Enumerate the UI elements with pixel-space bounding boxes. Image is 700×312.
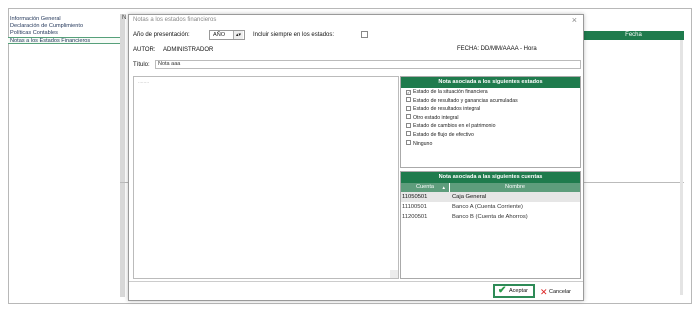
table-row[interactable]: 11100501 Banco A (Cuenta Corriente) bbox=[401, 202, 580, 212]
checkbox-icon[interactable] bbox=[406, 105, 411, 111]
sidebar-item-declaracion-cumplimiento[interactable]: Declaración de Cumplimiento bbox=[8, 23, 120, 30]
fecha-column-label: Fecha bbox=[625, 32, 642, 38]
include-label: Incluir siempre en los estados: bbox=[253, 32, 335, 38]
states-panel: Nota asociada a los siguientes estados ✓… bbox=[400, 76, 581, 168]
accept-label: Aceptar bbox=[509, 288, 528, 294]
cancel-label: Cancelar bbox=[549, 289, 572, 295]
states-list: ✓ Estado de la situación financiera Estado… bbox=[401, 88, 580, 148]
sort-arrow-icon: ▲ bbox=[441, 185, 446, 190]
titulo-input[interactable]: Nota aaa bbox=[155, 60, 581, 69]
autor-label: AUTOR: bbox=[133, 47, 156, 53]
account-code: 11200501 bbox=[402, 214, 428, 220]
state-option[interactable]: Ninguno bbox=[401, 140, 580, 149]
state-option-label: Otro estado integral bbox=[413, 114, 459, 121]
notes-dialog: Notas a los estados financieros × Año de… bbox=[128, 14, 584, 301]
account-name: Banco A (Cuenta Corriente) bbox=[452, 204, 523, 210]
account-name: Caja General bbox=[452, 194, 487, 200]
checkbox-icon[interactable] bbox=[406, 140, 411, 146]
state-option-label: Estado de resultado y ganancias acumulad… bbox=[413, 97, 518, 104]
accounts-header: Nota asociada a las siguientes cuentas bbox=[401, 172, 580, 183]
editor-resize-handle[interactable] bbox=[390, 270, 398, 278]
background-column-header: Fecha bbox=[583, 31, 684, 40]
dialog-title: Notas a los estados financieros bbox=[133, 17, 217, 23]
account-code: 11100501 bbox=[402, 204, 427, 210]
note-editor[interactable]: ........ bbox=[133, 76, 399, 279]
state-option-label: Estado de flujo de efectivo bbox=[413, 131, 474, 138]
state-option[interactable]: Estado de resultado y ganancias acumulad… bbox=[401, 97, 580, 106]
accept-button[interactable]: ✔ Aceptar bbox=[493, 284, 535, 298]
state-option-label: Estado de cambios en el patrimonio bbox=[413, 123, 496, 130]
column-header-cuenta[interactable]: Cuenta ▲ bbox=[401, 183, 450, 192]
checkbox-icon[interactable] bbox=[406, 114, 411, 120]
checkbox-checked-icon[interactable]: ✓ bbox=[406, 89, 411, 95]
close-icon[interactable]: × bbox=[572, 15, 577, 25]
year-spinner-icon[interactable]: ▴▾ bbox=[233, 31, 243, 39]
sidebar: Información General Declaración de Cumpl… bbox=[8, 16, 120, 44]
background-panel-edge bbox=[120, 14, 125, 297]
background-tab-label: N bbox=[122, 15, 127, 21]
checkmark-icon: ✔ bbox=[498, 285, 507, 296]
state-option[interactable]: Estado de flujo de efectivo bbox=[401, 131, 580, 140]
background-divider bbox=[583, 182, 684, 183]
checkbox-icon[interactable] bbox=[406, 131, 411, 137]
state-option[interactable]: Estado de resultados integral bbox=[401, 105, 580, 114]
footer-divider bbox=[129, 281, 583, 282]
autor-value: ADMINISTRADOR bbox=[163, 47, 214, 53]
table-row[interactable]: 11200501 Banco B (Cuenta de Ahorros) bbox=[401, 212, 580, 222]
state-option[interactable]: Otro estado integral bbox=[401, 114, 580, 123]
sidebar-item-informacion-general[interactable]: Información General bbox=[8, 16, 120, 23]
include-checkbox[interactable] bbox=[361, 31, 368, 38]
editor-content: ........ bbox=[138, 79, 150, 85]
account-name: Banco B (Cuenta de Ahorros) bbox=[452, 214, 528, 220]
accounts-panel: Nota asociada a las siguientes cuentas C… bbox=[400, 171, 581, 279]
column-header-nombre[interactable]: Nombre bbox=[450, 183, 580, 192]
accounts-list: 11050501 Caja General 11100501 Banco A (Cue… bbox=[401, 192, 580, 222]
fecha-label: FECHA: DD/MM/AAAA - Hora bbox=[457, 46, 537, 52]
state-option[interactable]: Estado de cambios en el patrimonio bbox=[401, 122, 580, 131]
sidebar-item-politicas-contables[interactable]: Políticas Contables bbox=[8, 30, 120, 37]
checkbox-icon[interactable] bbox=[406, 97, 411, 103]
titulo-label: Título: bbox=[133, 62, 150, 68]
cancel-x-icon: ✕ bbox=[540, 287, 548, 297]
year-label: Año de presentación: bbox=[133, 32, 190, 38]
states-header: Nota asociada a los siguientes estados bbox=[401, 77, 580, 88]
state-option-label: Estado de la situación financiera bbox=[413, 89, 488, 95]
cancel-button[interactable]: ✕ Cancelar bbox=[539, 286, 579, 298]
account-code: 11050501 bbox=[402, 194, 428, 200]
accounts-column-headers: Cuenta ▲ Nombre bbox=[401, 183, 580, 192]
cuenta-label: Cuenta bbox=[415, 184, 435, 190]
checkbox-icon[interactable] bbox=[406, 122, 411, 128]
state-option-label: Estado de resultados integral bbox=[413, 106, 481, 113]
sidebar-item-notas-estados[interactable]: Notas a los Estados Financieros bbox=[8, 37, 120, 44]
state-option[interactable]: ✓ Estado de la situación financiera bbox=[401, 88, 580, 97]
state-option-label: Ninguno bbox=[413, 140, 433, 147]
table-row[interactable]: 11050501 Caja General bbox=[401, 192, 580, 202]
background-scrollbar[interactable] bbox=[680, 40, 683, 295]
